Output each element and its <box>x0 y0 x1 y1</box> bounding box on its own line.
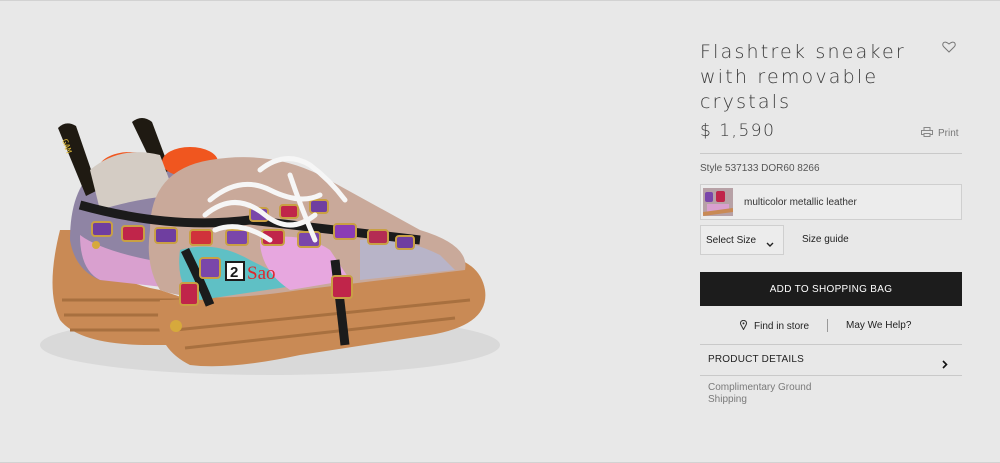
product-details-toggle[interactable]: PRODUCT DETAILS <box>700 345 962 375</box>
print-label: Print <box>938 128 959 139</box>
heart-icon[interactable] <box>942 40 958 54</box>
product-details-label: PRODUCT DETAILS <box>708 354 804 365</box>
color-label: multicolor metallic leather <box>744 197 857 208</box>
divider <box>700 375 962 376</box>
printer-icon <box>921 127 933 140</box>
chevron-down-icon <box>766 235 774 253</box>
divider <box>700 153 962 154</box>
print-button[interactable]: Print <box>921 127 959 140</box>
chevron-right-icon <box>942 356 948 374</box>
style-number: Style 537133 DOR60 8266 <box>700 163 820 174</box>
size-select[interactable]: Select Size <box>700 225 784 255</box>
find-in-store-label: Find in store <box>754 321 810 332</box>
sneaker-illustration: GAM 2 Sao <box>40 118 500 375</box>
heel-tab <box>58 123 98 196</box>
separator <box>827 319 828 332</box>
product-price: $ 1,590 <box>700 121 776 141</box>
color-thumbnail <box>703 188 733 216</box>
shipping-note: Complimentary Ground Shipping <box>708 382 812 405</box>
may-we-help-link[interactable]: May We Help? <box>846 320 911 331</box>
location-pin-icon <box>739 319 748 333</box>
watermark-text: Sao <box>247 263 276 284</box>
product-title: Flashtrek sneaker with removable crystal… <box>700 41 906 113</box>
product-image[interactable]: GAM 2 Sao <box>0 0 640 463</box>
find-in-store-link[interactable]: Find in store <box>739 319 810 333</box>
color-swatch[interactable]: multicolor metallic leather <box>700 184 962 220</box>
add-to-bag-button[interactable]: ADD TO SHOPPING BAG <box>700 272 962 306</box>
size-select-label: Select Size <box>706 235 757 246</box>
watermark-number: 2 <box>230 264 238 281</box>
product-info-panel: Flashtrek sneaker with removable crystal… <box>700 0 962 463</box>
size-guide-link[interactable]: Size guide <box>802 234 849 245</box>
